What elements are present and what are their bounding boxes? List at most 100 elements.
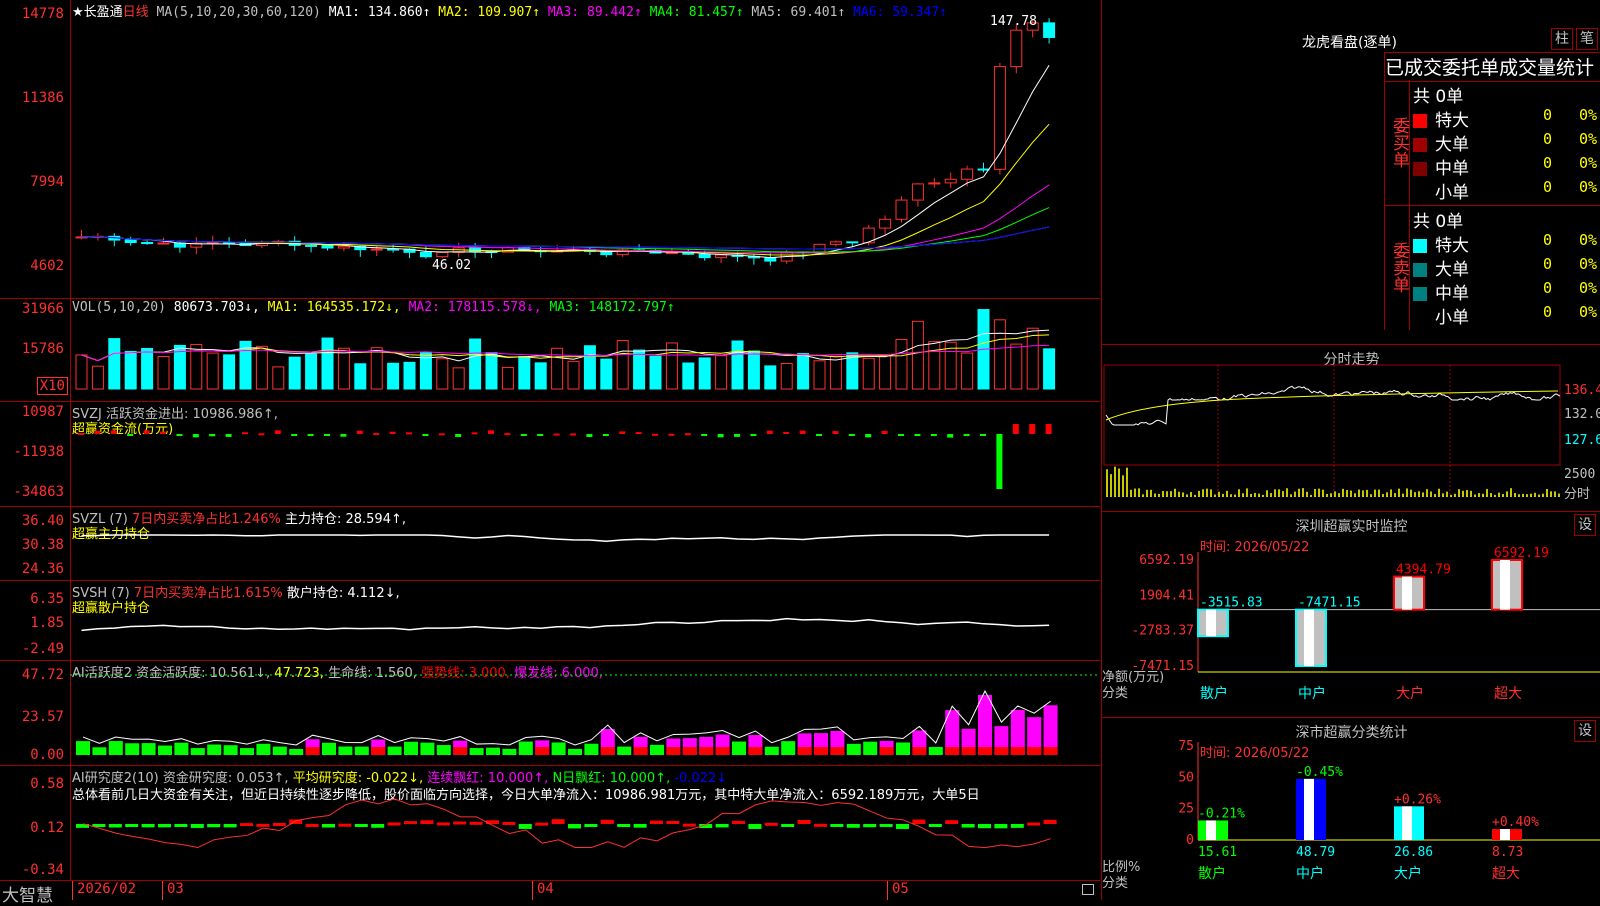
activity-bar — [207, 744, 222, 755]
fund-flow-bar — [848, 434, 855, 436]
research-bar — [961, 824, 975, 828]
intraday-vol-bar — [1486, 489, 1488, 497]
class-change-label: +0.40% — [1492, 815, 1539, 830]
intraday-vol-bar — [1338, 493, 1340, 497]
candlestick-chart[interactable] — [70, 0, 1100, 298]
intraday-vol-bar — [1474, 494, 1476, 497]
volume-bar — [813, 360, 826, 390]
intraday-vol-bar — [1298, 488, 1300, 497]
ai-activity-panel[interactable]: 47.72 23.57 0.00 AI活跃度2 资金活跃度: 10.561↓, … — [0, 661, 1100, 766]
fund-flow-bar — [717, 434, 724, 438]
volume-bar — [272, 366, 285, 390]
fund-flow-bar — [520, 434, 527, 436]
activity-bar — [650, 744, 664, 755]
research-bar — [666, 820, 680, 824]
class-category-label: 大户 — [1394, 865, 1422, 882]
volume-bar — [452, 367, 465, 390]
research-bar — [568, 824, 581, 829]
class-bar-highlight — [1402, 806, 1412, 840]
svzj-panel[interactable]: 10987 -11938 -34863 SVZJ 活跃资金进出: 10986.9… — [0, 402, 1100, 507]
volume-bar — [928, 341, 941, 390]
research-bar — [240, 823, 253, 827]
intraday-chart[interactable] — [1102, 345, 1600, 511]
sz-monitor-chart: 6592.19 1904.41 -2783.37 -7471.15 -3515.83 散户… — [1131, 546, 1600, 702]
bar-mode-button[interactable]: 柱 — [1551, 28, 1573, 50]
activity-base — [814, 747, 828, 755]
intraday-vol-bar — [1458, 489, 1460, 497]
volume-bar — [780, 362, 793, 390]
research-bar — [797, 819, 811, 824]
class-axis-label: 0 — [1186, 833, 1194, 848]
svsh-panel[interactable]: 6.35 1.85 -2.49 SVSH (7) 7日内买卖净占比1.615% … — [0, 581, 1100, 661]
volume-bar — [616, 340, 629, 390]
order-type: 大单 — [1435, 135, 1469, 155]
volume-panel[interactable]: 31966 15786 X10 VOL(5,10,20) 80673.703↓,… — [0, 299, 1100, 402]
candle — [141, 242, 154, 245]
monitor-bar-highlight — [1500, 560, 1510, 610]
fund-flow-bar — [898, 434, 904, 436]
intraday-vol-bar — [1390, 489, 1392, 497]
lhb-panel: 龙虎看盘(逐单) 柱 笔 已成交委托单成交量统计 委买单 共 0单 特大 0 0% 大… — [1101, 0, 1600, 345]
intraday-vol-bar — [1350, 490, 1352, 497]
fund-flow-bar — [832, 431, 839, 434]
high-price-label: 147.78 — [990, 14, 1037, 29]
intraday-vol-bar — [1114, 466, 1116, 497]
activity-bar — [568, 748, 582, 755]
research-bar — [928, 824, 942, 827]
fund-flow-bar — [438, 433, 445, 436]
research-bar — [551, 819, 565, 824]
low-price-label: 46.02 — [432, 258, 472, 273]
intraday-vol-bar — [1398, 488, 1400, 497]
fund-flow-bar — [865, 434, 872, 438]
ai-research-panel[interactable]: 0.58 0.12 -0.34 AI研究度2(10) 资金研究度: 0.053↑… — [0, 766, 1100, 881]
svzl-panel[interactable]: 36.40 30.38 24.36 SVZL (7) 7日内买卖净占比1.246… — [0, 507, 1100, 581]
activity-base — [748, 747, 763, 755]
fund-flow-bar — [127, 434, 134, 436]
fund-flow-bar — [783, 431, 790, 434]
activity-bar — [240, 748, 254, 755]
candle — [944, 178, 957, 184]
intraday-vol-bar — [1162, 490, 1164, 497]
buy-total: 共 0单 — [1413, 87, 1464, 107]
axis-label: 36.40 — [21, 513, 64, 529]
class-axis-label: 75 — [1178, 739, 1194, 754]
volume-bar — [534, 362, 547, 390]
intraday-panel[interactable]: 分时走势 136.4 132.0 127.6 2500 分时 — [1101, 345, 1600, 512]
volume-bar — [91, 365, 104, 390]
research-bar — [436, 822, 450, 826]
fund-flow-bar — [799, 430, 806, 434]
intraday-vol-bar — [1146, 489, 1148, 497]
lock-icon[interactable] — [1082, 884, 1094, 895]
research-bar — [978, 824, 991, 829]
research-bar — [125, 824, 139, 827]
intraday-vol-bar — [1542, 493, 1544, 497]
research-bar — [732, 820, 745, 824]
fund-flow-bar — [1012, 424, 1019, 434]
order-row: 中单 0 0% — [1413, 279, 1600, 304]
intraday-vol-bar — [1110, 474, 1112, 497]
tick-mode-button[interactable]: 笔 — [1576, 28, 1598, 50]
research-bar — [256, 823, 270, 827]
candle — [370, 248, 383, 251]
kline-panel[interactable]: 14778 11386 7994 4602 ★长盈通日线 MA(5,10,20,… — [0, 0, 1100, 299]
intraday-vol-bar — [1326, 493, 1328, 497]
fund-flow-bar — [471, 432, 478, 435]
fund-flow-bar — [980, 434, 986, 436]
candle — [879, 218, 892, 229]
activity-bar — [125, 743, 140, 755]
intraday-vol-bar — [1270, 493, 1272, 497]
volume-bar — [1026, 327, 1039, 390]
volume-bar — [1010, 343, 1023, 390]
research-bar — [207, 824, 221, 828]
fund-flow-bar — [668, 433, 675, 436]
research-bar — [141, 824, 155, 828]
research-bar — [502, 821, 516, 825]
monitor-value-label: -3515.83 — [1200, 596, 1263, 611]
sell-total: 共 0单 — [1413, 212, 1464, 232]
intraday-vol-bar — [1450, 494, 1452, 497]
candle — [157, 242, 170, 245]
fund-flow-bar — [619, 431, 626, 434]
intraday-vol-bar — [1126, 467, 1128, 497]
intraday-vol-bar — [1502, 493, 1504, 497]
activity-bar — [584, 743, 599, 755]
